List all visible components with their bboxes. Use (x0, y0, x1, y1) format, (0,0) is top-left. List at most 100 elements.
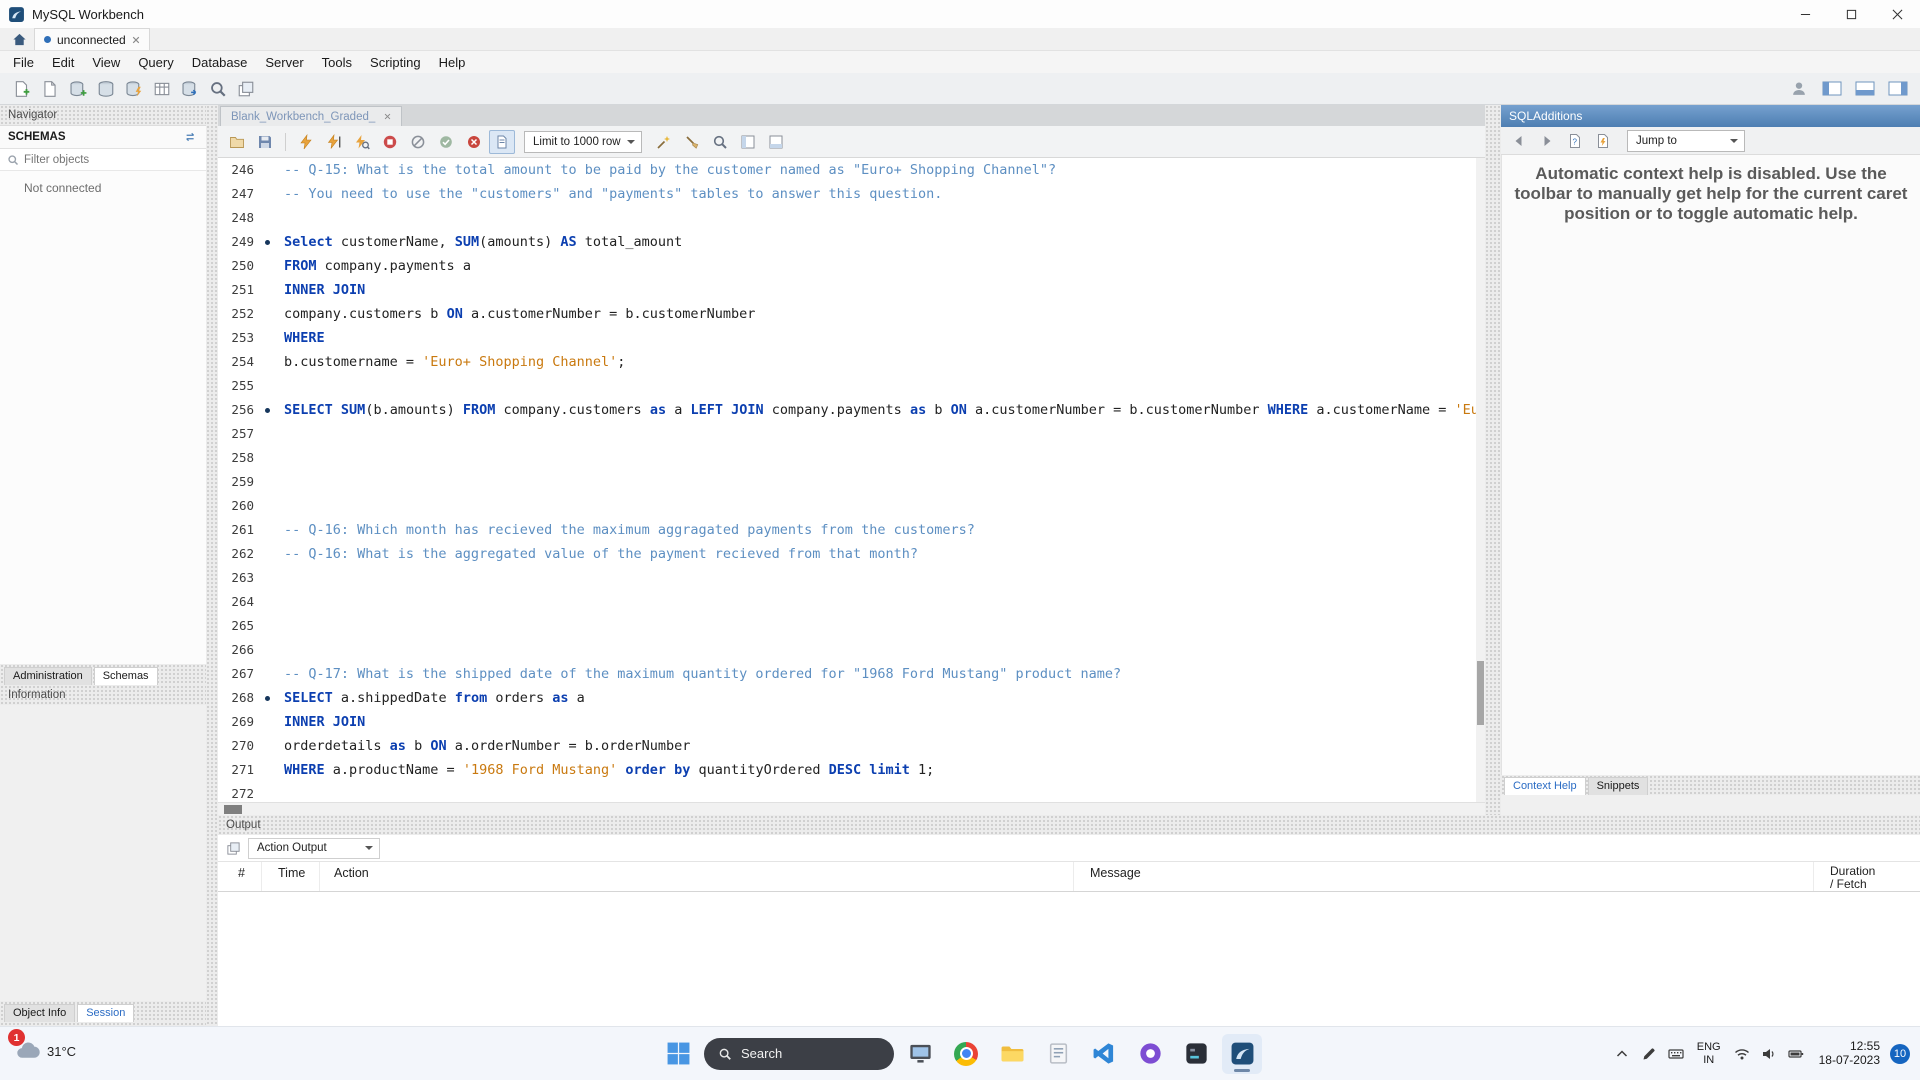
search-data-button[interactable] (204, 76, 232, 102)
maximize-button[interactable] (1828, 0, 1874, 28)
editor-tab-close-icon[interactable] (384, 113, 391, 120)
code-line[interactable]: 270orderdetails as b ON a.orderNumber = … (218, 734, 1485, 758)
weather-widget[interactable]: 1 31°C (10, 1037, 82, 1065)
purple-app-icon[interactable] (1130, 1034, 1170, 1074)
code-line[interactable]: 249Select customerName, SUM(amounts) AS … (218, 230, 1485, 254)
tab-unconnected[interactable]: unconnected (34, 28, 150, 50)
code-line[interactable]: 253WHERE (218, 326, 1485, 350)
task-view-button[interactable] (900, 1034, 940, 1074)
menu-item-server[interactable]: Server (256, 55, 312, 70)
editor-right-splitter[interactable] (1485, 105, 1501, 815)
code-line[interactable]: 250FROM company.payments a (218, 254, 1485, 278)
code-line[interactable]: 269INNER JOIN (218, 710, 1485, 734)
code-line[interactable]: 261-- Q-16: Which month has recieved the… (218, 518, 1485, 542)
tab-session[interactable]: Session (77, 1004, 134, 1022)
code-line[interactable]: 262-- Q-16: What is the aggregated value… (218, 542, 1485, 566)
file-explorer-icon[interactable] (992, 1034, 1032, 1074)
editor-horizontal-scrollbar[interactable] (218, 802, 1485, 815)
code-line[interactable]: 272 (218, 782, 1485, 802)
code-line[interactable]: 259 (218, 470, 1485, 494)
column-time[interactable]: Time (262, 862, 320, 891)
tab-administration[interactable]: Administration (4, 667, 92, 685)
menu-item-query[interactable]: Query (129, 55, 182, 70)
schema-filter-input[interactable] (24, 154, 199, 166)
account-icon[interactable] (1785, 76, 1813, 102)
server-status-button[interactable] (232, 76, 260, 102)
scrollbar-thumb[interactable] (1477, 661, 1484, 725)
manual-context-help-button[interactable]: ? (1563, 130, 1587, 152)
wifi-icon[interactable] (1729, 1037, 1755, 1071)
menu-item-tools[interactable]: Tools (313, 55, 361, 70)
code-line[interactable]: 247-- You need to use the "customers" an… (218, 182, 1485, 206)
autocommit-toggle-button[interactable] (489, 130, 515, 154)
refresh-schemas-icon[interactable] (184, 130, 198, 144)
rollback-button[interactable] (461, 130, 487, 154)
execute-current-statement-button[interactable] (321, 130, 347, 154)
tab-close-icon[interactable] (132, 36, 140, 44)
taskbar-search[interactable]: Search (704, 1038, 894, 1070)
notepad-icon[interactable] (1038, 1034, 1078, 1074)
code-line[interactable]: 252company.customers b ON a.customerNumb… (218, 302, 1485, 326)
mysql-workbench-taskbar-icon[interactable] (1222, 1034, 1262, 1074)
editor-tab-blank-workbench[interactable]: Blank_Workbench_Graded_ (220, 106, 402, 126)
taskbar-clock[interactable]: 12:55 18-07-2023 (1810, 1040, 1889, 1067)
chrome-icon[interactable] (946, 1034, 986, 1074)
manage-connections-button[interactable] (92, 76, 120, 102)
help-forward-button[interactable] (1535, 130, 1559, 152)
column-message[interactable]: Message (1074, 862, 1814, 891)
new-script-button[interactable] (36, 76, 64, 102)
toggle-bottom-panel-button[interactable] (1851, 76, 1879, 102)
menu-item-scripting[interactable]: Scripting (361, 55, 430, 70)
toggle-right-panel-button[interactable] (1884, 76, 1912, 102)
output-mode-dropdown[interactable]: Action Output (248, 838, 380, 859)
menu-item-database[interactable]: Database (183, 55, 257, 70)
dark-app-icon[interactable] (1176, 1034, 1216, 1074)
code-line[interactable]: 258 (218, 446, 1485, 470)
column-duration-fetch[interactable]: Duration / Fetch (1814, 862, 1920, 891)
column-action[interactable]: Action (320, 862, 1074, 891)
menu-item-file[interactable]: File (4, 55, 43, 70)
code-line[interactable]: 266 (218, 638, 1485, 662)
toggle-automatic-help-button[interactable] (1591, 130, 1615, 152)
data-export-button[interactable] (176, 76, 204, 102)
help-back-button[interactable] (1507, 130, 1531, 152)
code-line[interactable]: 271WHERE a.productName = '1968 Ford Must… (218, 758, 1485, 782)
code-line[interactable]: 251INNER JOIN (218, 278, 1485, 302)
tab-object-info[interactable]: Object Info (4, 1004, 75, 1022)
tab-context-help[interactable]: Context Help (1504, 777, 1586, 795)
touch-keyboard-icon[interactable] (1663, 1037, 1689, 1071)
volume-icon[interactable] (1756, 1037, 1782, 1071)
code-line[interactable]: 268SELECT a.shippedDate from orders as a (218, 686, 1485, 710)
close-button[interactable] (1874, 0, 1920, 28)
code-line[interactable]: 248 (218, 206, 1485, 230)
code-line[interactable]: 263 (218, 566, 1485, 590)
minimize-button[interactable] (1782, 0, 1828, 28)
execute-button[interactable] (293, 130, 319, 154)
notification-center-badge[interactable]: 10 (1890, 1044, 1910, 1064)
show-invisibles-button[interactable] (735, 130, 761, 154)
query-database-button[interactable] (120, 76, 148, 102)
code-line[interactable]: 256SELECT SUM(b.amounts) FROM company.cu… (218, 398, 1485, 422)
explain-button[interactable] (349, 130, 375, 154)
editor-vertical-scrollbar[interactable] (1476, 158, 1485, 802)
column-number[interactable]: # (218, 862, 262, 891)
sidebar-splitter[interactable] (206, 105, 218, 1026)
battery-icon[interactable] (1783, 1037, 1809, 1071)
code-line[interactable]: 254b.customername = 'Euro+ Shopping Chan… (218, 350, 1485, 374)
menu-item-edit[interactable]: Edit (43, 55, 83, 70)
start-button[interactable] (658, 1034, 698, 1074)
table-import-button[interactable] (148, 76, 176, 102)
vscode-icon[interactable] (1084, 1034, 1124, 1074)
code-line[interactable]: 264 (218, 590, 1485, 614)
menu-item-help[interactable]: Help (430, 55, 475, 70)
save-script-button[interactable] (252, 130, 278, 154)
code-line[interactable]: 257 (218, 422, 1485, 446)
language-indicator[interactable]: ENG IN (1690, 1041, 1728, 1066)
open-model-button[interactable] (64, 76, 92, 102)
code-line[interactable]: 267-- Q-17: What is the shipped date of … (218, 662, 1485, 686)
open-script-button[interactable] (224, 130, 250, 154)
home-button[interactable] (4, 28, 34, 50)
code-line[interactable]: 260 (218, 494, 1485, 518)
menu-item-view[interactable]: View (83, 55, 129, 70)
code-line[interactable]: 265 (218, 614, 1485, 638)
